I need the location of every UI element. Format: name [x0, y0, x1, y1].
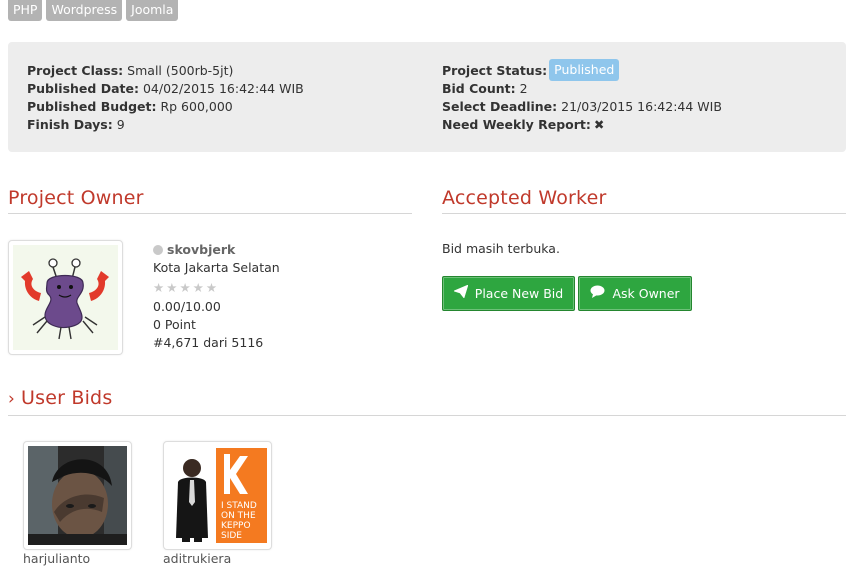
divider: [8, 415, 846, 416]
owner-avatar[interactable]: [8, 240, 123, 355]
bidder-name[interactable]: aditrukiera: [163, 551, 231, 566]
project-info-right: Project Status: Published Bid Count: 2 Se…: [442, 59, 722, 134]
select-deadline-row: Select Deadline: 21/03/2015 16:42:44 WIB: [442, 99, 722, 114]
published-budget-row: Published Budget: Rp 600,000: [27, 99, 233, 114]
chevron-right-icon: ›: [8, 389, 15, 409]
star-icon: ★: [192, 280, 206, 295]
project-info-left: Project Class: Small (500rb-5jt) Publish…: [27, 62, 304, 134]
project-info-panel: Project Class: Small (500rb-5jt) Publish…: [8, 42, 846, 152]
user-bids-heading: › User Bids: [8, 387, 113, 409]
project-status-row: Project Status: Published: [442, 59, 722, 81]
skill-tags: PHP Wordpress Joomla: [8, 0, 179, 21]
star-icon: ★: [153, 280, 167, 295]
star-icon: ★: [179, 280, 193, 295]
project-owner-heading: Project Owner: [8, 187, 144, 209]
bidder-name[interactable]: harjulianto: [23, 551, 90, 566]
bid-count-row: Bid Count: 2: [442, 81, 528, 96]
owner-points: 0 Point: [153, 317, 196, 332]
accepted-worker-heading: Accepted Worker: [442, 187, 607, 209]
bidder-avatar-harjulianto[interactable]: [23, 441, 132, 550]
status-badge: Published: [549, 59, 620, 81]
owner-details: skovbjerk Kota Jakarta Selatan ★★★★★ 0.0…: [153, 241, 280, 352]
star-icon: ★: [166, 280, 180, 295]
bidder-photo: I STAND ON THE KEPPO SIDE: [168, 446, 267, 545]
finish-days-row: Finish Days: 9: [27, 117, 125, 132]
crab-avatar-image: [13, 245, 118, 350]
sign-text: I STAND: [221, 501, 257, 511]
place-new-bid-button[interactable]: Place New Bid: [442, 276, 575, 311]
tag-joomla[interactable]: Joomla: [126, 0, 179, 21]
close-icon: ✖: [593, 117, 605, 132]
bidder-avatar-aditrukiera[interactable]: I STAND ON THE KEPPO SIDE: [163, 441, 272, 550]
chat-bubble-icon: [590, 285, 605, 302]
sign-text: KEPPO: [221, 521, 251, 531]
weekly-report-row: Need Weekly Report: ✖: [442, 117, 605, 132]
tag-php[interactable]: PHP: [8, 0, 43, 21]
ask-owner-button[interactable]: Ask Owner: [578, 276, 692, 311]
project-class-row: Project Class: Small (500rb-5jt): [27, 63, 234, 78]
owner-name-line: skovbjerk: [153, 241, 280, 259]
star-icon: ★: [205, 280, 220, 295]
online-status-icon: [153, 245, 163, 255]
owner-rank: #4,671 dari 5116: [153, 335, 264, 350]
owner-username[interactable]: skovbjerk: [167, 242, 235, 257]
paper-plane-icon: [452, 284, 469, 302]
bidder-photo: [28, 446, 127, 545]
sign-text: ON THE: [221, 511, 256, 521]
sign-text: SIDE: [221, 531, 242, 541]
owner-location: Kota Jakarta Selatan: [153, 260, 280, 275]
tag-wordpress[interactable]: Wordpress: [46, 0, 123, 21]
owner-rating: 0.00/10.00: [153, 299, 221, 314]
published-date-row: Published Date: 04/02/2015 16:42:44 WIB: [27, 81, 304, 96]
divider: [8, 213, 412, 214]
divider: [442, 213, 846, 214]
bid-status-text: Bid masih terbuka.: [442, 241, 560, 256]
rating-stars: ★★★★★: [153, 278, 280, 298]
